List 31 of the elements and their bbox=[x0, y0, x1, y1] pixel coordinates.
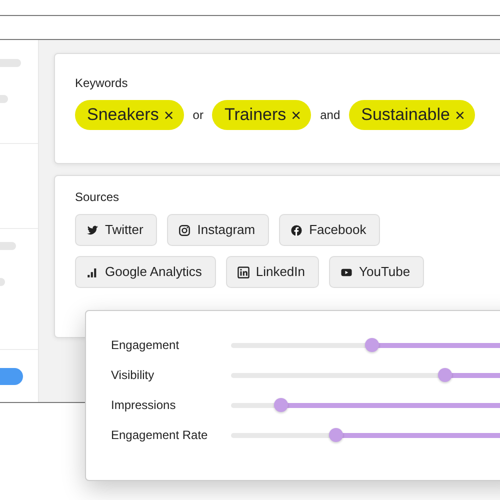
metric-label: Engagement Rate bbox=[111, 427, 209, 444]
remove-button[interactable]: × bbox=[164, 106, 174, 124]
slider-thumb[interactable] bbox=[438, 368, 452, 382]
metric-label: Engagement bbox=[111, 337, 180, 354]
operator-label: or bbox=[192, 107, 204, 124]
in-square-icon bbox=[236, 266, 250, 278]
keyword-text: Trainers bbox=[224, 104, 286, 126]
keyword-text: Sustainable bbox=[361, 104, 450, 126]
slider-thumb[interactable] bbox=[329, 428, 344, 442]
source-button[interactable]: Instagram bbox=[167, 214, 270, 246]
source-button[interactable]: Facebook bbox=[279, 214, 380, 246]
keywords-label: Keywords bbox=[75, 75, 129, 92]
source-button[interactable]: Google Analytics bbox=[75, 256, 216, 288]
remove-button[interactable]: × bbox=[454, 106, 465, 124]
metric-label: Visibility bbox=[111, 367, 156, 384]
source-button[interactable]: Twitter bbox=[75, 214, 158, 246]
sources-label: Sources bbox=[75, 189, 120, 206]
action-button[interactable] bbox=[0, 368, 23, 385]
f-circle-icon bbox=[290, 224, 304, 236]
placeholder-bar bbox=[0, 59, 21, 67]
camera-icon bbox=[178, 224, 192, 236]
keyword-text: Sneakers bbox=[87, 104, 159, 126]
slider-thumb[interactable] bbox=[364, 338, 379, 352]
bird-icon bbox=[86, 224, 99, 236]
slider-thumb[interactable] bbox=[274, 398, 288, 412]
source-button[interactable]: LinkedIn bbox=[226, 256, 319, 288]
metric-label: Impressions bbox=[111, 397, 177, 414]
remove-button[interactable]: × bbox=[291, 106, 302, 124]
operator-label: and bbox=[320, 107, 340, 124]
source-button[interactable]: YouTube bbox=[329, 256, 424, 288]
bar-chart-icon bbox=[86, 266, 99, 278]
